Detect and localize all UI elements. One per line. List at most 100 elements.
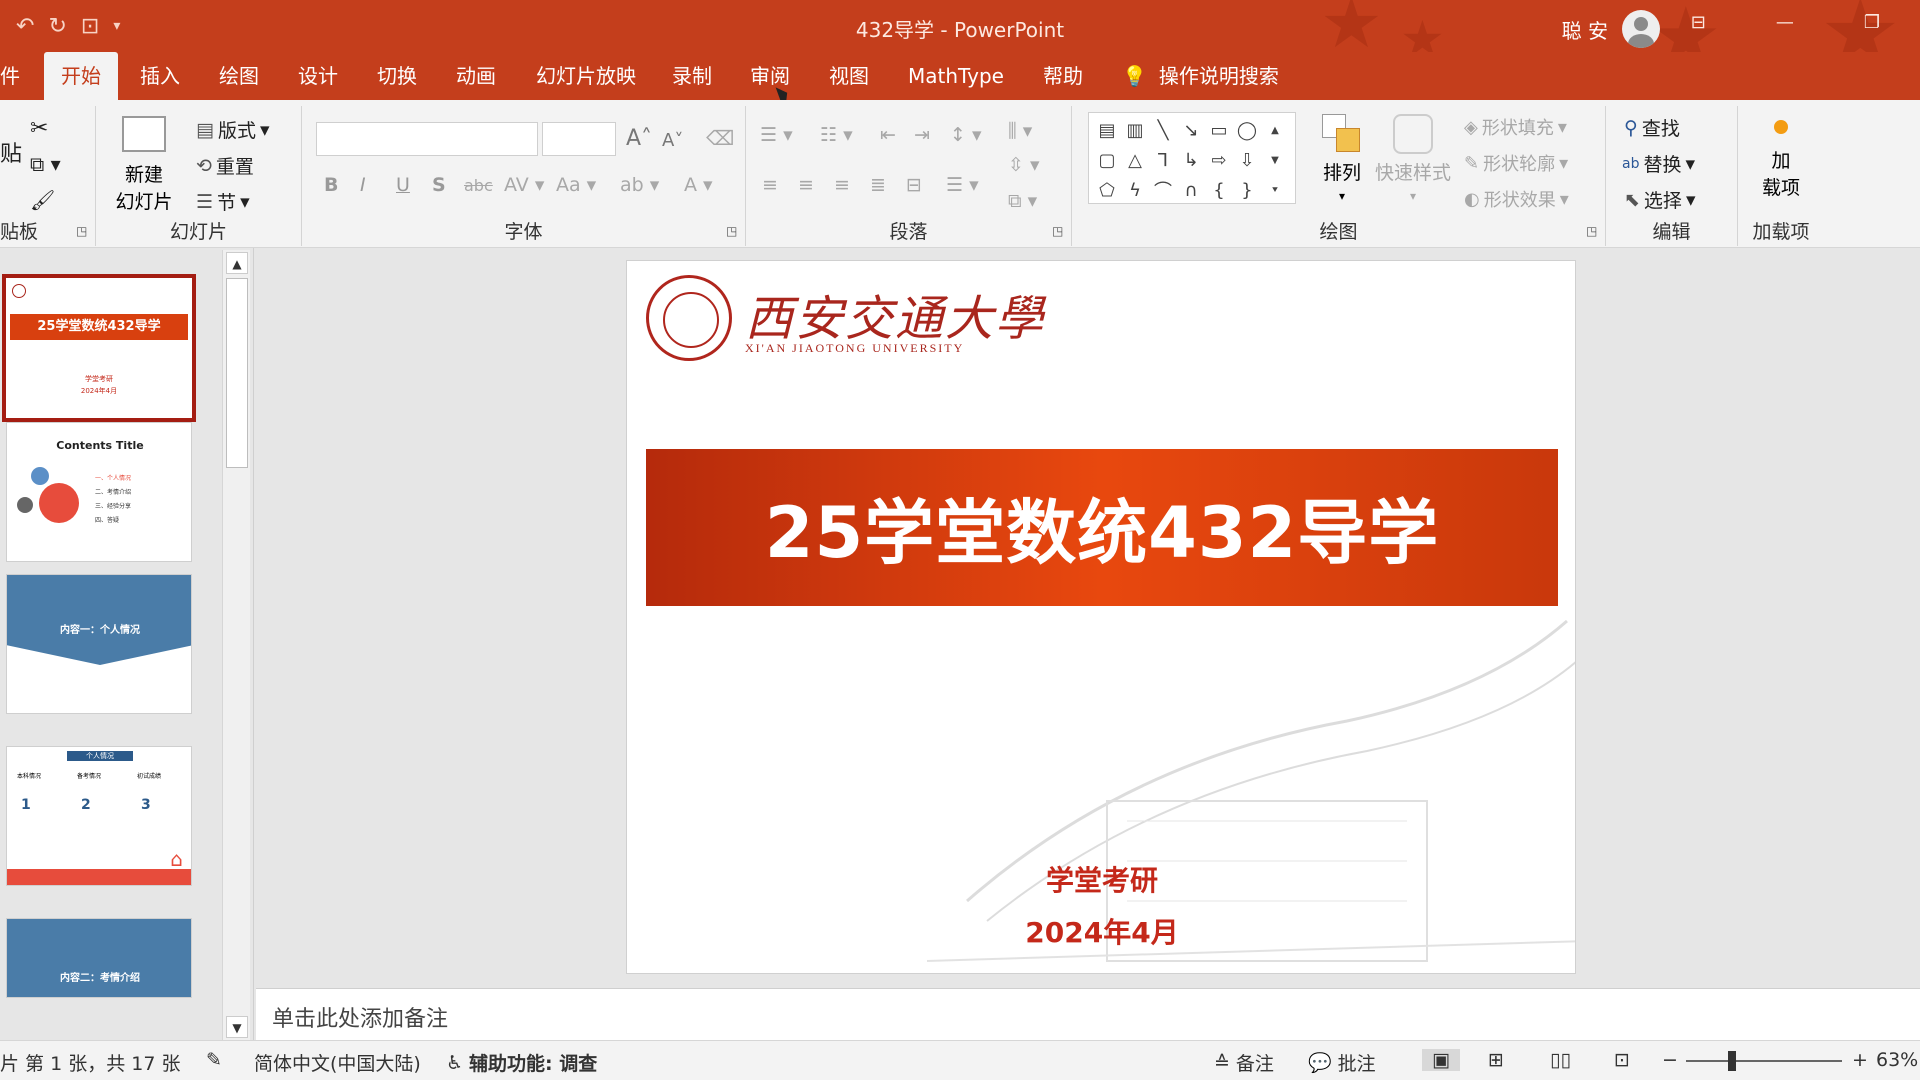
- vtextbox-shape-icon[interactable]: ▥: [1121, 115, 1149, 145]
- highlight-icon[interactable]: ab ▾: [620, 174, 659, 196]
- columns-icon[interactable]: ☰ ▾: [946, 174, 979, 196]
- slide-sorter-icon[interactable]: ⊞: [1488, 1049, 1504, 1071]
- minimize-icon[interactable]: —: [1776, 12, 1794, 33]
- accessibility-button[interactable]: ♿ 辅助功能: 调查: [446, 1049, 597, 1076]
- tab-help[interactable]: 帮助: [1041, 52, 1085, 100]
- tab-home[interactable]: 开始: [44, 52, 118, 100]
- bold-icon[interactable]: B: [324, 174, 338, 196]
- tab-animations[interactable]: 动画: [454, 52, 498, 100]
- numbering-icon[interactable]: ☷ ▾: [820, 124, 853, 146]
- scroll-down-arrow-icon[interactable]: ▼: [226, 1016, 248, 1038]
- paragraph-dialog-icon[interactable]: ◳: [1052, 224, 1063, 238]
- shape-fill-button[interactable]: ◈ 形状填充 ▾: [1464, 114, 1567, 140]
- zoom-level[interactable]: 63%: [1876, 1049, 1918, 1071]
- bullets-icon[interactable]: ☰ ▾: [760, 124, 793, 146]
- layout-button[interactable]: ▤ 版式 ▾: [196, 116, 270, 143]
- section-button[interactable]: ☰ 节 ▾: [196, 188, 250, 215]
- tell-me-search[interactable]: 💡 操作说明搜索: [1122, 52, 1279, 100]
- char-spacing-icon[interactable]: AV ▾: [504, 174, 544, 196]
- ribbon-display-icon[interactable]: ⊟: [1691, 12, 1706, 33]
- paste-button[interactable]: 贴: [0, 136, 22, 168]
- normal-view-icon[interactable]: ▣: [1422, 1049, 1460, 1071]
- zoom-in-icon[interactable]: +: [1852, 1049, 1868, 1071]
- line-spacing-icon[interactable]: ↕ ▾: [950, 124, 982, 146]
- font-name-field[interactable]: [316, 122, 538, 156]
- title-banner[interactable]: 25学堂数统432导学: [646, 449, 1558, 606]
- tab-draw[interactable]: 绘图: [217, 52, 261, 100]
- align-center-icon[interactable]: ≡: [798, 174, 814, 196]
- smartart-icon[interactable]: ⧉ ▾: [1008, 190, 1037, 212]
- scroll-down-icon[interactable]: ▼: [1261, 145, 1289, 175]
- scroll-up-arrow-icon[interactable]: ▲: [226, 252, 248, 274]
- slide-thumbnail-2[interactable]: Contents Title 一、个人情况 二、考情介绍 三、经验分享 四、答疑: [6, 422, 192, 562]
- triangle-shape-icon[interactable]: △: [1121, 145, 1149, 175]
- font-color-icon[interactable]: A ▾: [684, 174, 713, 196]
- slide-thumbnail-4[interactable]: 个人情况 本科情况 备考情况 初试成绩 1 2 3 ⌂: [6, 746, 192, 886]
- select-button[interactable]: ⬉ 选择 ▾: [1624, 186, 1695, 213]
- notes-pane[interactable]: 单击此处添加备注: [256, 988, 1920, 1040]
- find-button[interactable]: ⚲ 查找: [1624, 114, 1680, 141]
- language-indicator[interactable]: 简体中文(中国大陆): [254, 1049, 421, 1076]
- grow-font-icon[interactable]: A˄: [626, 126, 652, 151]
- slide-thumbnail-1[interactable]: 25学堂数统432导学 学堂考研 2024年4月: [2, 274, 196, 422]
- redo-icon[interactable]: ↻: [48, 14, 66, 39]
- thumbnail-scrollbar[interactable]: ▲ ▼: [222, 250, 250, 1040]
- slide-thumbnail-3[interactable]: 内容一：个人情况: [6, 574, 192, 714]
- align-right-icon[interactable]: ≡: [834, 174, 850, 196]
- textbox-shape-icon[interactable]: ▤: [1093, 115, 1121, 145]
- increase-indent-icon[interactable]: ⇥: [914, 124, 930, 146]
- arc-shape-icon[interactable]: ⌒: [1149, 175, 1177, 205]
- scribble-shape-icon[interactable]: ϟ: [1121, 175, 1149, 205]
- format-painter-icon[interactable]: 🖌: [30, 188, 55, 212]
- slideshow-view-icon[interactable]: ⊡: [1614, 1049, 1630, 1071]
- slide-canvas[interactable]: 西安交通大學 XI'AN JIAOTONG UNIVERSITY 25学堂数统4…: [626, 260, 1576, 974]
- underline-icon[interactable]: U: [396, 174, 410, 196]
- arrange-button[interactable]: 排列 ▾: [1312, 112, 1372, 216]
- shrink-font-icon[interactable]: A˅: [662, 130, 683, 151]
- customize-qat-icon[interactable]: ▾: [113, 18, 120, 34]
- elbow-arrow-shape-icon[interactable]: ↳: [1177, 145, 1205, 175]
- zoom-out-icon[interactable]: −: [1662, 1049, 1678, 1071]
- slide-subtitle-2[interactable]: 2024年4月: [627, 911, 1575, 951]
- tab-record[interactable]: 录制: [670, 52, 714, 100]
- shadow-icon[interactable]: S: [432, 174, 446, 196]
- dialog-launcher-icon[interactable]: ◳: [76, 224, 87, 238]
- change-case-icon[interactable]: Aa ▾: [556, 174, 596, 196]
- tab-slideshow[interactable]: 幻灯片放映: [536, 52, 636, 100]
- clear-format-icon[interactable]: ⌫: [706, 126, 734, 150]
- copy-icon[interactable]: ⧉ ▾: [30, 152, 61, 176]
- font-size-field[interactable]: [542, 122, 616, 156]
- freeform-shape-icon[interactable]: ⬠: [1093, 175, 1121, 205]
- replace-button[interactable]: ab 替换 ▾: [1622, 150, 1695, 177]
- slide-thumbnail-5[interactable]: 内容二：考情介绍: [6, 918, 192, 998]
- quick-styles-button[interactable]: 快速样式 ▾: [1374, 112, 1452, 216]
- zoom-slider-knob[interactable]: [1728, 1051, 1736, 1071]
- elbow-shape-icon[interactable]: ⅂: [1149, 145, 1177, 175]
- undo-icon[interactable]: ↶: [16, 14, 34, 39]
- zoom-slider[interactable]: [1686, 1060, 1842, 1062]
- tab-design[interactable]: 设计: [296, 52, 340, 100]
- scroll-thumb[interactable]: [226, 278, 248, 468]
- down-arrow-shape-icon[interactable]: ⇩: [1233, 145, 1261, 175]
- text-direction-icon[interactable]: ⫼ ▾: [1008, 120, 1032, 142]
- tab-view[interactable]: 视图: [827, 52, 871, 100]
- reset-button[interactable]: ⟲ 重置: [196, 152, 254, 179]
- cut-icon[interactable]: ✂: [30, 116, 48, 141]
- comments-toggle-button[interactable]: 💬 批注: [1308, 1049, 1376, 1076]
- restore-icon[interactable]: ❐: [1864, 12, 1880, 33]
- right-arrow-shape-icon[interactable]: ⇨: [1205, 145, 1233, 175]
- font-dialog-icon[interactable]: ◳: [726, 224, 737, 238]
- justify-icon[interactable]: ≣: [870, 174, 886, 196]
- scroll-up-icon[interactable]: ▲: [1261, 115, 1289, 145]
- tab-transitions[interactable]: 切换: [375, 52, 419, 100]
- distributed-icon[interactable]: ⊟: [906, 174, 922, 196]
- strikethrough-icon[interactable]: abc: [464, 176, 493, 195]
- reading-view-icon[interactable]: ▯▯: [1550, 1049, 1571, 1071]
- slide-subtitle-1[interactable]: 学堂考研: [627, 859, 1575, 899]
- spellcheck-icon[interactable]: ✎: [206, 1049, 222, 1071]
- slide-title[interactable]: 25学堂数统432导学: [765, 477, 1440, 578]
- oval-shape-icon[interactable]: ◯: [1233, 115, 1261, 145]
- rounded-rect-shape-icon[interactable]: ▢: [1093, 145, 1121, 175]
- shapes-gallery[interactable]: ▤ ▥ ╲ ↘ ▭ ◯ ▲ ▢ △ ⅂ ↳ ⇨ ⇩ ▼ ⬠ ϟ ⌒ ∩{} ⯆: [1088, 112, 1296, 204]
- tab-insert[interactable]: 插入: [138, 52, 182, 100]
